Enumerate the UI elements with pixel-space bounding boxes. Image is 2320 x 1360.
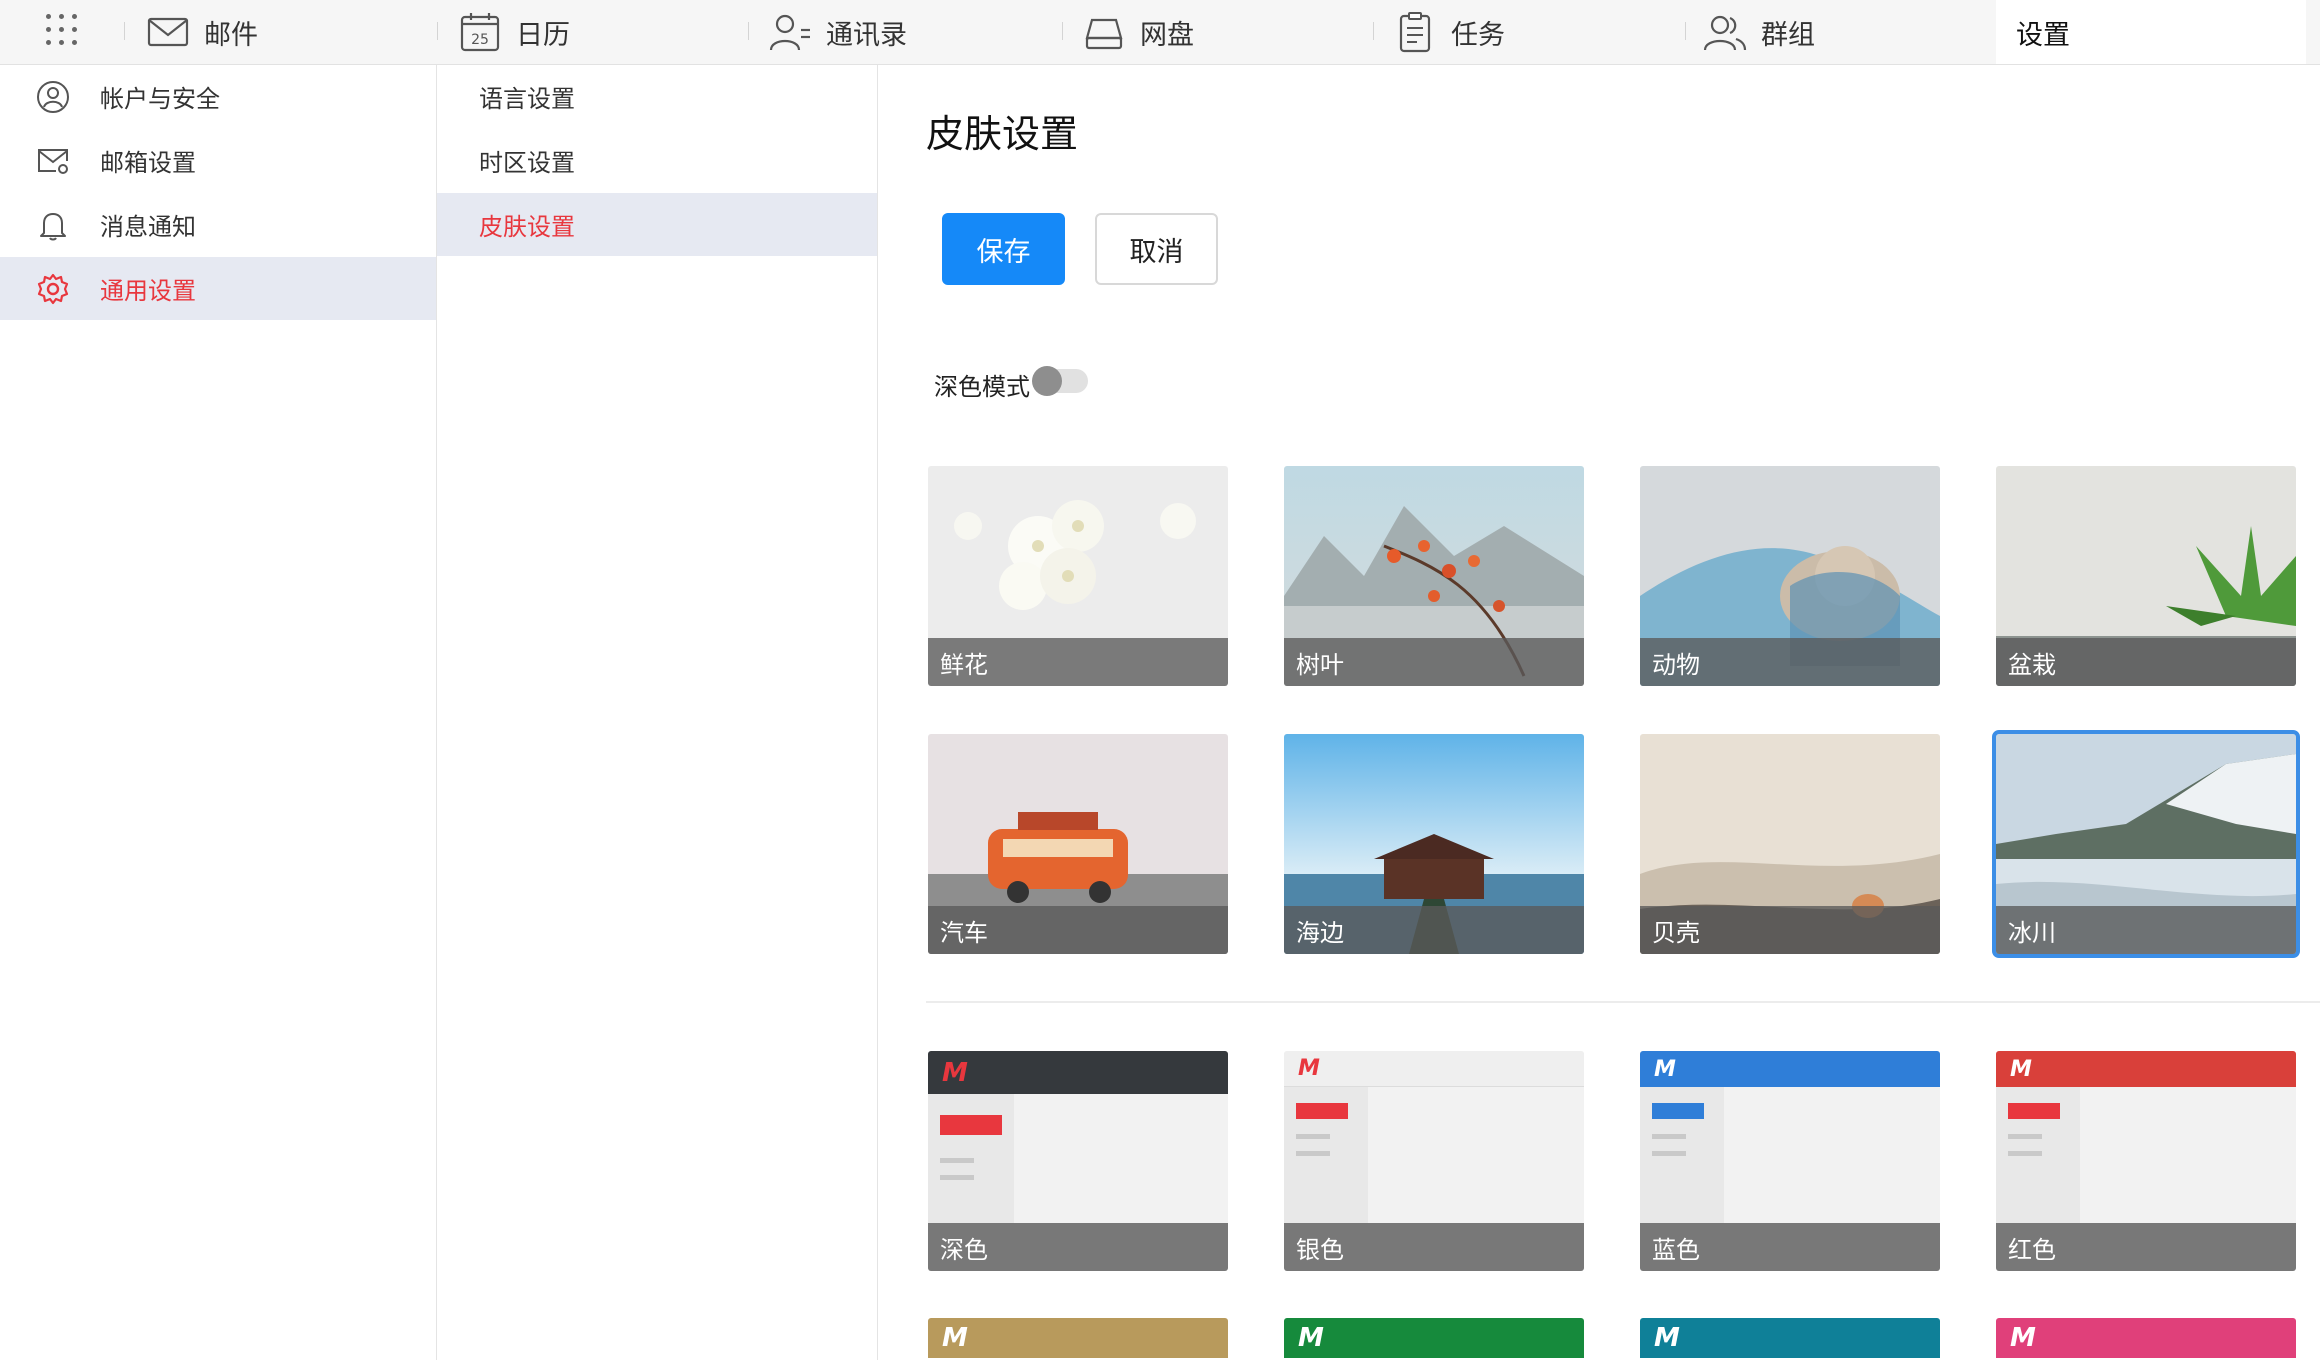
nav-item-label: 群组 [1761,19,1815,51]
sidebar-item-label: 消息通知 [100,213,196,241]
nav-item-label: 日历 [516,19,570,51]
save-button[interactable]: 保存 [942,213,1065,285]
wallpaper-label: 汽车 [928,906,1228,954]
nav-item-calendar[interactable]: 25 日历 [458,0,570,64]
nav-item-drive[interactable]: 网盘 [1082,0,1194,64]
theme-logo-icon: M [1298,1323,1324,1353]
theme-card-dark[interactable]: M 深色 [928,1051,1228,1271]
dark-mode-label: 深色模式 [934,373,1030,401]
wallpaper-label: 鲜花 [928,638,1228,686]
sidebar-item-mailbox-settings[interactable]: 邮箱设置 [0,129,436,192]
theme-header: M [928,1051,1228,1094]
sidebar-item-label: 通用设置 [100,277,196,305]
wallpaper-card-plant[interactable]: 盆栽 [1996,466,2296,686]
mail-icon [147,17,189,47]
theme-card-gold[interactable]: M [928,1318,1228,1358]
wallpaper-label: 贝壳 [1640,906,1940,954]
theme-card-teal[interactable]: M [1640,1318,1940,1358]
app-grid-icon[interactable] [46,14,80,48]
theme-label: 深色 [928,1223,1228,1271]
submenu-item-label: 时区设置 [479,149,575,177]
sidebar-item-notifications[interactable]: 消息通知 [0,193,436,256]
wallpaper-label: 海边 [1284,906,1584,954]
page-title: 皮肤设置 [926,112,1079,156]
theme-card-red[interactable]: M 红色 [1996,1051,2296,1271]
theme-label: 红色 [1996,1223,2296,1271]
wallpaper-card-car[interactable]: 汽车 [928,734,1228,954]
wallpaper-label: 冰川 [1996,906,2296,954]
submenu-item-timezone[interactable]: 时区设置 [437,129,877,192]
contacts-icon [769,14,810,51]
submenu-item-language[interactable]: 语言设置 [437,65,877,128]
task-icon [1399,12,1431,53]
submenu-item-label: 语言设置 [479,85,575,113]
theme-logo-icon: M [2010,1056,2032,1082]
cancel-button[interactable]: 取消 [1095,213,1218,285]
theme-card-pink[interactable]: M [1996,1318,2296,1358]
submenu-item-skin[interactable]: 皮肤设置 [437,193,877,256]
wallpaper-label: 动物 [1640,638,1940,686]
sidebar-item-label: 帐户与安全 [100,85,220,113]
skin-settings-panel: 皮肤设置 保存 取消 深色模式 鲜花 树叶 动物 盆栽 汽车 海边 贝壳 冰川 … [878,65,2320,1360]
theme-card-green[interactable]: M [1284,1318,1584,1358]
sidebar-item-label: 邮箱设置 [100,149,196,177]
settings-sidebar: 帐户与安全 邮箱设置 消息通知 通用设置 [0,65,437,1360]
wallpaper-card-animal[interactable]: 动物 [1640,466,1940,686]
sidebar-item-account-security[interactable]: 帐户与安全 [0,65,436,128]
theme-header: M [1284,1051,1584,1087]
mail-settings-icon [38,148,68,174]
nav-item-settings[interactable]: 设置 [1996,0,2306,64]
nav-item-label: 任务 [1451,19,1505,51]
theme-header: M [1996,1051,2296,1087]
calendar-icon: 25 [460,13,500,52]
toggle-knob [1032,366,1062,396]
nav-item-tasks[interactable]: 任务 [1393,0,1505,64]
wallpaper-label: 盆栽 [1996,638,2296,686]
wallpaper-card-shell[interactable]: 贝壳 [1640,734,1940,954]
wallpaper-card-glacier[interactable]: 冰川 [1992,730,2300,958]
nav-item-mail[interactable]: 邮件 [146,0,258,64]
wallpaper-card-leaves[interactable]: 树叶 [1284,466,1584,686]
dark-mode-toggle[interactable] [1032,366,1088,396]
top-navigation: 邮件 25 日历 通讯录 网盘 任务 群组 设置 [0,0,2320,65]
sidebar-item-general-settings[interactable]: 通用设置 [0,257,436,320]
user-circle-icon [37,80,69,113]
theme-card-blue[interactable]: M 蓝色 [1640,1051,1940,1271]
wallpaper-card-seaside[interactable]: 海边 [1284,734,1584,954]
nav-item-contacts[interactable]: 通讯录 [768,0,907,64]
wallpaper-card-flowers[interactable]: 鲜花 [928,466,1228,686]
theme-label: 蓝色 [1640,1223,1940,1271]
settings-submenu: 语言设置 时区设置 皮肤设置 [437,65,878,1360]
theme-card-silver[interactable]: M 银色 [1284,1051,1584,1271]
nav-item-label: 设置 [2016,19,2070,51]
theme-header: M [1640,1051,1940,1087]
bell-icon [40,212,66,240]
theme-logo-icon: M [942,1323,968,1353]
nav-item-label: 邮件 [204,19,258,51]
submenu-item-label: 皮肤设置 [479,213,575,241]
calendar-day-number: 25 [471,32,489,48]
section-divider [926,1001,2320,1003]
theme-logo-icon: M [1654,1056,1676,1082]
theme-logo-icon: M [2010,1323,2036,1353]
wallpaper-label: 树叶 [1284,638,1584,686]
theme-logo-icon: M [942,1057,968,1088]
theme-logo-icon: M [1298,1056,1320,1081]
nav-item-groups[interactable]: 群组 [1703,0,1815,64]
theme-label: 银色 [1284,1223,1584,1271]
gear-icon [37,273,69,304]
nav-item-label: 网盘 [1140,19,1194,51]
nav-item-label: 通讯录 [826,19,907,51]
group-icon [1703,15,1747,51]
theme-logo-icon: M [1654,1323,1680,1353]
drive-icon [1085,18,1123,50]
